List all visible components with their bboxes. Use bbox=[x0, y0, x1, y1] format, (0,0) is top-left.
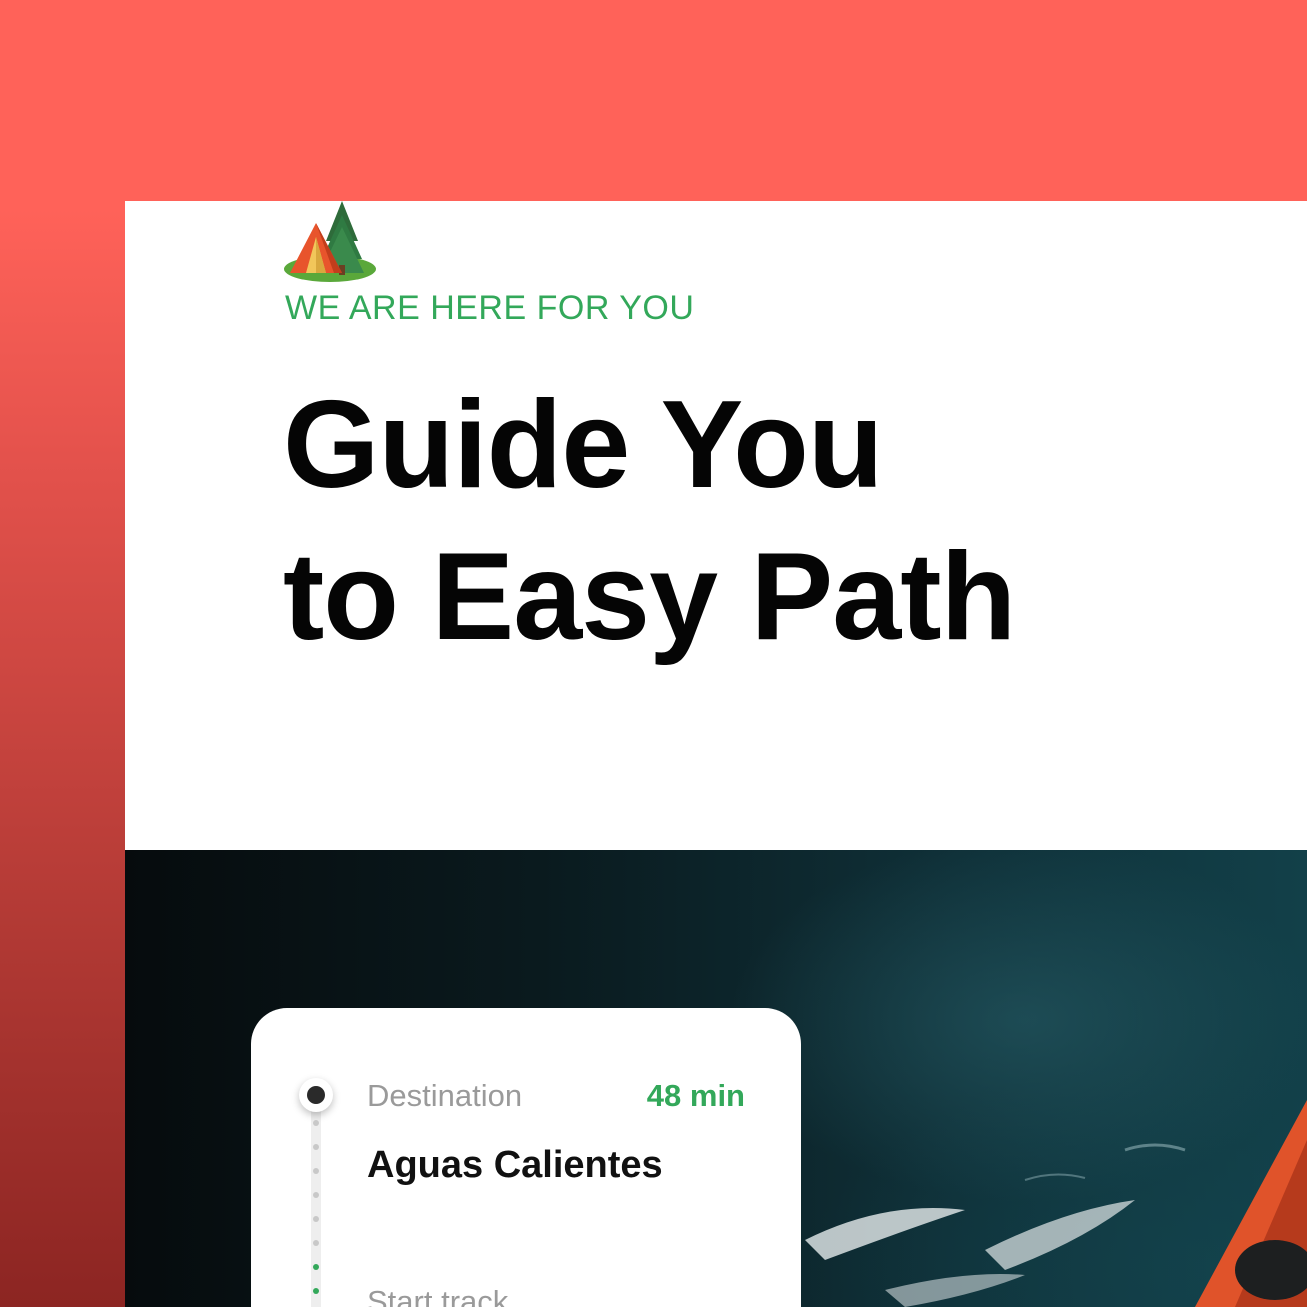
hero-eyebrow: WE ARE HERE FOR YOU bbox=[285, 289, 695, 327]
hero-headline-line-2: to Easy Path bbox=[283, 528, 1016, 666]
track-dot bbox=[313, 1168, 319, 1174]
track-dot-active bbox=[313, 1264, 319, 1270]
hero-headline-line-1: Guide You bbox=[283, 376, 884, 514]
track-dot bbox=[313, 1192, 319, 1198]
landing-page-canvas: WE ARE HERE FOR YOU Guide You to Easy Pa… bbox=[125, 201, 1307, 1307]
track-dot bbox=[313, 1216, 319, 1222]
destination-name: Aguas Calientes bbox=[367, 1144, 663, 1186]
track-dot-active bbox=[313, 1288, 319, 1294]
destination-label: Destination bbox=[367, 1078, 523, 1113]
route-card[interactable]: Destination 48 min Aguas Calientes Start… bbox=[251, 1008, 801, 1307]
duration-value: 48 min bbox=[646, 1078, 745, 1113]
track-dot bbox=[313, 1240, 319, 1246]
track-dot bbox=[313, 1144, 319, 1150]
track-dot bbox=[313, 1120, 319, 1126]
destination-marker-icon bbox=[299, 1078, 333, 1112]
start-track-label: Start track bbox=[367, 1284, 509, 1307]
hero-headline: Guide You to Easy Path bbox=[283, 369, 1016, 673]
camping-tent-icon bbox=[284, 201, 376, 282]
route-track-line bbox=[311, 1096, 321, 1307]
